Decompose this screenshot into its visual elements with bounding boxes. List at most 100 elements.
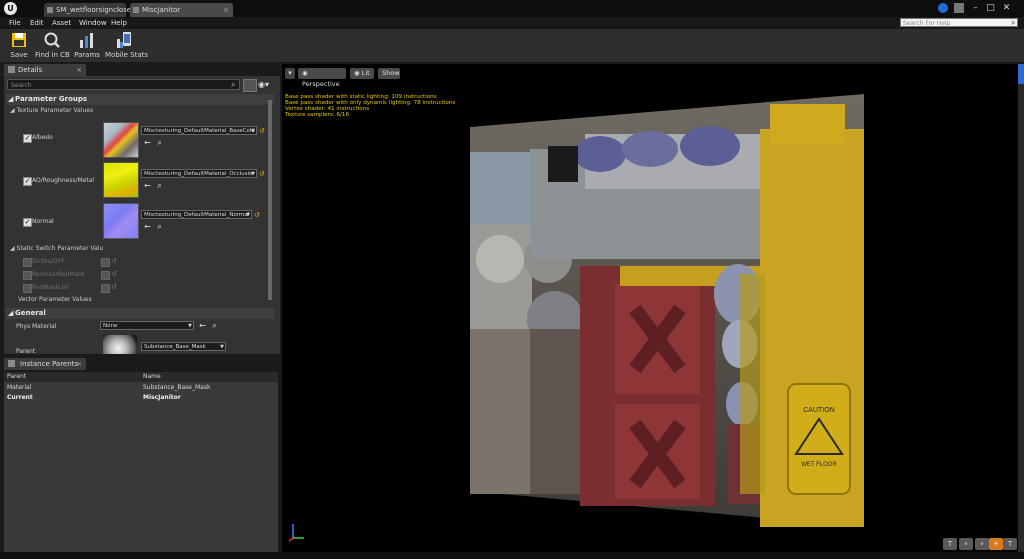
tab-details[interactable]: Details × <box>4 64 86 76</box>
viewport-sphere-button[interactable]: ⚬ <box>959 538 973 550</box>
viewport-options-button[interactable]: ▾ <box>285 68 295 79</box>
parent-material-thumbnail[interactable] <box>103 335 137 354</box>
menu-asset[interactable]: Asset <box>52 17 71 29</box>
ao-roughness-metal-checkbox[interactable]: ✓ <box>23 177 32 186</box>
parameter-groups-header[interactable]: ◢ Parameter Groups <box>6 94 274 105</box>
perspective-button[interactable]: ◉ Perspective <box>298 68 346 88</box>
static-switch-parameter-values-header[interactable]: ◢ Static Switch Parameter Valu <box>10 245 103 252</box>
table-row-parent-cell[interactable]: Current <box>7 394 33 401</box>
parent-material-value: Substance_Base_Mask <box>144 344 206 350</box>
vector-parameter-values-label[interactable]: Vector Parameter Values <box>18 296 92 303</box>
menu-edit[interactable]: Edit <box>30 17 44 29</box>
help-search-input[interactable]: Search For Help <box>900 18 1018 27</box>
reset-to-default-icon[interactable]: ↺ <box>259 127 265 135</box>
redmaskunl-checkbox[interactable] <box>23 284 32 293</box>
reset-to-default-icon[interactable]: ↺ <box>254 211 260 219</box>
dirtbe-off-value-checkbox[interactable] <box>101 258 110 267</box>
browse-magnifier-icon[interactable]: ⌕ <box>155 182 164 190</box>
close-tab-icon[interactable]: × <box>76 358 82 370</box>
eye-visibility-icon[interactable]: ◉▾ <box>258 79 274 90</box>
tab-miscjanitor[interactable]: MiscJanitor × <box>130 3 233 17</box>
details-search-input[interactable]: Search <box>7 79 240 90</box>
ao-roughness-metal-texture-select[interactable]: Misctexturing_DefaultMaterial_Occlusio ▼ <box>141 169 257 178</box>
save-button[interactable]: Save <box>4 30 34 61</box>
menu-window[interactable]: Window <box>79 17 107 29</box>
use-selected-arrow-icon[interactable]: ← <box>198 322 207 330</box>
table-row-name-cell[interactable]: Substance_Base_Mask <box>143 384 210 391</box>
use-selected-arrow-icon[interactable]: ← <box>143 223 152 231</box>
viewport-cylinder-button[interactable]: T <box>943 538 957 550</box>
table-row-parent-cell[interactable]: Material <box>7 384 31 391</box>
phys-material-value: None <box>103 323 118 329</box>
find-in-cb-label: Find in CB <box>35 51 70 59</box>
table-row-name-cell[interactable]: MiscJanitor <box>143 394 181 401</box>
menu-file[interactable]: File <box>9 17 21 29</box>
details-tab-label: Details <box>18 66 43 74</box>
dirtbe-off-checkbox[interactable] <box>23 258 32 267</box>
menu-help[interactable]: Help <box>111 17 127 29</box>
browse-magnifier-icon[interactable]: ⌕ <box>210 322 219 330</box>
hierarchy-icon <box>8 360 15 367</box>
albedo-texture-select[interactable]: Misctexturing_DefaultMaterial_BaseColo ▼ <box>141 126 257 135</box>
property-matrix-icon[interactable] <box>243 79 257 92</box>
albedo-texture-thumbnail[interactable] <box>103 122 139 158</box>
show-button[interactable]: Show <box>378 68 400 79</box>
normal-checkbox[interactable]: ✓ <box>23 218 32 227</box>
renoiser-redmask-checkbox[interactable] <box>23 271 32 280</box>
chevron-down-icon: ▼ <box>220 344 224 350</box>
find-in-cb-button[interactable]: Find in CB <box>35 30 70 61</box>
close-window-button[interactable]: ✕ <box>1001 3 1012 13</box>
details-scrollbar[interactable] <box>268 100 272 300</box>
source-control-icon[interactable] <box>954 3 964 13</box>
notification-icon[interactable] <box>938 3 948 13</box>
reset-to-default-icon[interactable]: ↺ <box>111 257 117 265</box>
params-button[interactable]: Params <box>72 30 102 61</box>
browse-magnifier-icon[interactable]: ⌕ <box>155 139 164 147</box>
material-preview-plane: CAUTION WET FLOOR <box>470 94 864 527</box>
column-header-parent[interactable]: Parent <box>7 373 26 380</box>
minimize-button[interactable]: – <box>970 3 981 13</box>
browse-magnifier-icon[interactable]: ⌕ <box>155 223 164 231</box>
tab-sm-wetfloorsignclosed[interactable]: SM_wetfloorsignclosed × <box>44 3 136 17</box>
save-label: Save <box>10 51 28 59</box>
texture-parameter-values-header[interactable]: ◢ Texture Parameter Values <box>10 107 93 114</box>
close-tab-icon[interactable]: × <box>116 3 122 17</box>
albedo-texture-value: Misctexturing_DefaultMaterial_BaseColo <box>144 128 255 134</box>
redmaskunl-value-checkbox[interactable] <box>101 284 110 293</box>
unreal-logo-icon[interactable]: U <box>4 2 17 15</box>
close-tab-icon[interactable]: × <box>76 64 82 76</box>
use-selected-arrow-icon[interactable]: ← <box>143 182 152 190</box>
renoiser-redmask-value-checkbox[interactable] <box>101 271 110 280</box>
instance-parents-list <box>4 382 278 552</box>
viewport-teapot-button[interactable]: T <box>1003 538 1017 550</box>
normal-texture-thumbnail[interactable] <box>103 203 139 239</box>
reset-to-default-icon[interactable]: ↺ <box>111 270 117 278</box>
tab-instance-parents[interactable]: Instance Parents × <box>4 358 86 370</box>
mobile-stats-button[interactable]: Mobile Stats <box>105 30 148 61</box>
material-instance-icon <box>133 7 139 13</box>
general-header[interactable]: ◢ General <box>6 308 274 319</box>
chevron-down-icon: ▼ <box>251 171 255 177</box>
ao-roughness-metal-texture-thumbnail[interactable] <box>103 162 139 198</box>
maximize-button[interactable]: □ <box>985 3 996 13</box>
reset-to-default-icon[interactable]: ↺ <box>259 170 265 178</box>
normal-texture-select[interactable]: Misctexturing_DefaultMaterial_Normal ▼ <box>141 210 252 219</box>
normal-texture-value: Misctexturing_DefaultMaterial_Normal <box>144 212 250 218</box>
use-selected-arrow-icon[interactable]: ← <box>143 139 152 147</box>
parent-material-select[interactable]: Substance_Base_Mask ▼ <box>141 342 226 351</box>
phys-material-select[interactable]: None ▼ <box>100 321 194 330</box>
texture-parameter-values-label: Texture Parameter Values <box>16 107 94 114</box>
close-tab-icon[interactable]: × <box>223 3 229 17</box>
search-icon: ⌕ <box>231 80 236 89</box>
params-label: Params <box>74 51 100 59</box>
viewport-light-button[interactable]: ☀ <box>989 538 1003 550</box>
column-header-name[interactable]: Name <box>143 373 161 380</box>
phys-material-label: Phys Material <box>16 323 57 330</box>
lit-button[interactable]: ◉ Lit <box>350 68 374 79</box>
dirtbe-off-label: DirtBe/OFF <box>32 258 65 265</box>
parent-label: Parent <box>16 348 36 355</box>
search-icon[interactable]: ⌕ <box>1011 18 1020 27</box>
viewport-plane-button[interactable]: ⚬ <box>975 538 989 550</box>
albedo-checkbox[interactable]: ✓ <box>23 134 32 143</box>
reset-to-default-icon[interactable]: ↺ <box>111 283 117 291</box>
